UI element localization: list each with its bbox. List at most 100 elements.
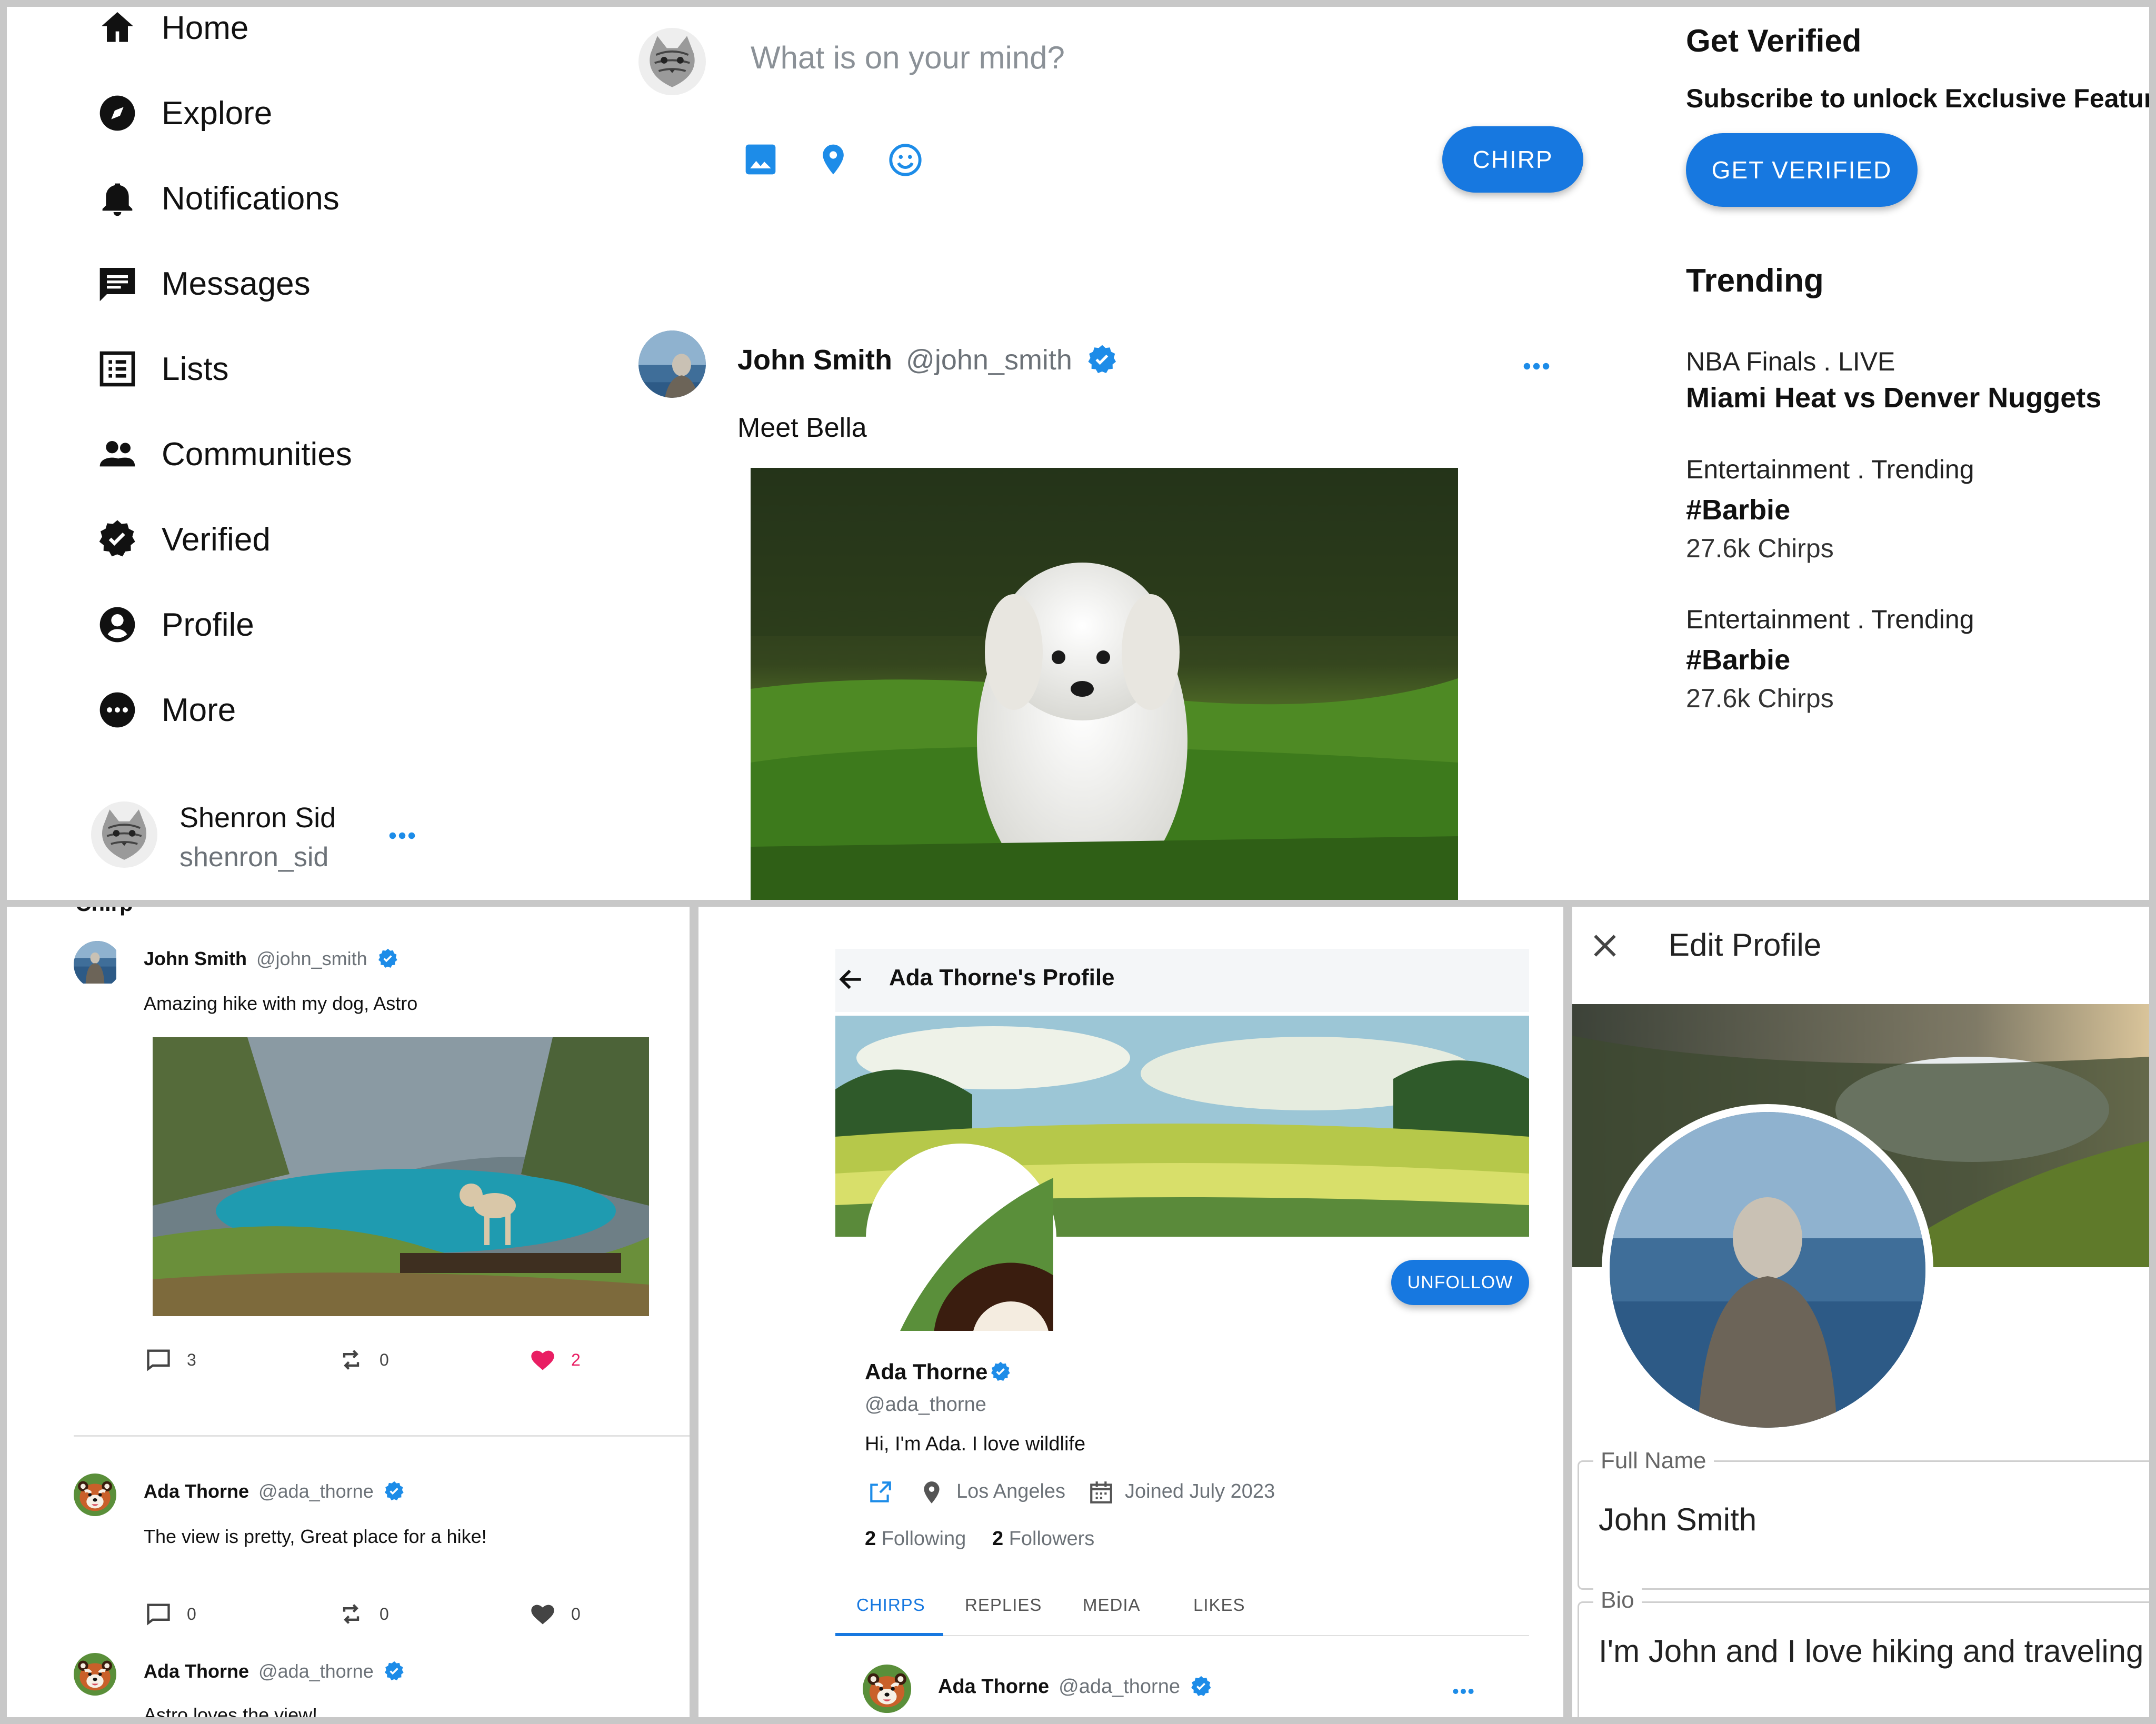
profile-bio: Hi, I'm Ada. I love wildlife: [865, 1433, 1086, 1455]
nav-communities-label: Communities: [162, 436, 352, 473]
reply-count: 3: [187, 1350, 196, 1369]
nav-more[interactable]: More: [96, 678, 236, 741]
nav-communities[interactable]: Communities: [96, 423, 352, 486]
like-action[interactable]: 0: [529, 1600, 581, 1628]
trend-meta: Entertainment . Trending: [1686, 605, 1974, 634]
trend-meta: NBA Finals . LIVE: [1686, 347, 1895, 376]
post-author-name[interactable]: John Smith: [737, 344, 892, 376]
compass-icon: [99, 95, 135, 131]
heart-icon: [529, 1600, 556, 1628]
trend-count: 27.6k Chirps: [1686, 684, 1834, 713]
edit-profile-title: Edit Profile: [1669, 927, 1822, 963]
trend-title[interactable]: #Barbie: [1686, 494, 1790, 526]
edit-avatar[interactable]: [1610, 1112, 1925, 1428]
post-author-handle[interactable]: @john_smith: [906, 344, 1072, 376]
trend-title[interactable]: #Barbie: [1686, 644, 1790, 676]
profile-location: Los Angeles: [956, 1480, 1066, 1502]
rechirp-action[interactable]: 0: [337, 1346, 389, 1374]
post-header: John Smith @john_smith: [737, 344, 1119, 376]
close-icon[interactable]: [1588, 929, 1622, 963]
comment-icon: [145, 1600, 172, 1628]
emoji-icon[interactable]: [887, 142, 924, 178]
following-link[interactable]: 2 Following: [865, 1528, 966, 1550]
repeat-icon: [337, 1346, 365, 1374]
bell-icon: [102, 183, 133, 216]
more-horizontal-icon[interactable]: [386, 819, 418, 852]
post-text: The view is pretty, Great place for a hi…: [144, 1526, 487, 1547]
profile-icon: [99, 607, 135, 643]
get-verified-button[interactable]: GET VERIFIED: [1686, 133, 1918, 207]
nav-profile-label: Profile: [162, 606, 254, 643]
profile-avatar-ring: [866, 1144, 1056, 1334]
post-author-handle[interactable]: @ada_thorne: [258, 1660, 374, 1682]
verify-subtitle: Subscribe to unlock Exclusive Features: [1686, 84, 2149, 113]
post-author-name[interactable]: John Smith: [144, 948, 247, 970]
tab-indicator: [835, 1633, 943, 1636]
nav-notifications[interactable]: Notifications: [96, 167, 340, 230]
chirp-button[interactable]: CHIRP: [1442, 126, 1583, 193]
following-count: 2: [865, 1528, 876, 1550]
reply-action[interactable]: 0: [145, 1600, 196, 1628]
location-icon[interactable]: [815, 142, 851, 177]
post-image[interactable]: [153, 1037, 649, 1316]
trend-title[interactable]: Miami Heat vs Denver Nuggets: [1686, 382, 2101, 414]
following-label: Following: [881, 1528, 966, 1550]
post-author-handle[interactable]: @ada_thorne: [1059, 1676, 1180, 1698]
location-icon: [924, 1481, 940, 1504]
avatar: [74, 1474, 121, 1521]
verified-icon: [1190, 1675, 1213, 1698]
post-author-handle[interactable]: @john_smith: [256, 948, 367, 970]
account-handle: shenron_sid: [179, 842, 329, 873]
nav-lists-label: Lists: [162, 350, 229, 387]
full-name-input[interactable]: John Smith: [1599, 1501, 1756, 1538]
profile-avatar[interactable]: [869, 1147, 1053, 1331]
back-arrow-icon[interactable]: [836, 965, 866, 994]
bio-input[interactable]: I'm John and I love hiking and traveling: [1599, 1633, 2143, 1669]
full-name-label: Full Name: [1593, 1448, 1714, 1474]
nav-explore[interactable]: Explore: [96, 82, 272, 145]
profile-name-row: Ada Thorne: [865, 1359, 1012, 1385]
nav-notifications-label: Notifications: [162, 180, 340, 217]
compose-input[interactable]: What is on your mind?: [751, 39, 1065, 76]
verified-icon: [383, 1660, 405, 1682]
nav-home[interactable]: Home: [96, 7, 248, 59]
tab-replies[interactable]: REPLIES: [965, 1595, 1042, 1615]
profile-title: Ada Thorne's Profile: [889, 965, 1115, 990]
tab-chirps[interactable]: CHIRPS: [856, 1595, 925, 1615]
avatar: [74, 941, 121, 988]
tab-likes[interactable]: LIKES: [1193, 1595, 1245, 1615]
post-author-name[interactable]: Ada Thorne: [144, 1480, 249, 1502]
unfollow-button[interactable]: UNFOLLOW: [1391, 1260, 1529, 1305]
nav-lists[interactable]: Lists: [96, 337, 228, 400]
post-more-icon[interactable]: [1450, 1678, 1476, 1705]
verified-icon: [383, 1480, 405, 1502]
rechirp-action[interactable]: 0: [337, 1600, 389, 1628]
profile-screen: Ada Thorne's Profile UNFOLLOW Ada Thorne…: [698, 907, 1563, 1717]
image-icon[interactable]: [743, 142, 778, 177]
reply-action[interactable]: 3: [145, 1346, 196, 1374]
bio-label: Bio: [1593, 1587, 1642, 1613]
followers-link[interactable]: 2 Followers: [992, 1528, 1094, 1550]
rechirp-count: 0: [380, 1604, 389, 1623]
profile-joined: Joined July 2023: [1125, 1480, 1275, 1502]
like-count: 0: [571, 1604, 581, 1623]
like-action[interactable]: 2: [529, 1346, 581, 1374]
post-text: Astro loves the view!: [144, 1704, 318, 1717]
nav-messages[interactable]: Messages: [96, 252, 311, 315]
heart-icon: [529, 1346, 556, 1374]
home-screen: Home Explore Notifications Messages List…: [7, 7, 2149, 900]
repeat-icon: [337, 1600, 365, 1628]
trend-meta: Entertainment . Trending: [1686, 455, 1974, 484]
nav-profile[interactable]: Profile: [96, 593, 254, 656]
external-link-icon[interactable]: [867, 1479, 893, 1506]
tab-media[interactable]: MEDIA: [1083, 1595, 1141, 1615]
post-author-name[interactable]: Ada Thorne: [144, 1660, 249, 1682]
post-more-icon[interactable]: [1520, 350, 1553, 383]
nav-verified[interactable]: Verified: [96, 508, 271, 571]
post-author-name[interactable]: Ada Thorne: [938, 1676, 1049, 1698]
avatar: [863, 1665, 913, 1715]
post-author-handle[interactable]: @ada_thorne: [258, 1480, 374, 1502]
post-image[interactable]: [751, 468, 1458, 900]
thread-header: Chirp: [75, 907, 133, 916]
more-icon: [99, 692, 135, 728]
